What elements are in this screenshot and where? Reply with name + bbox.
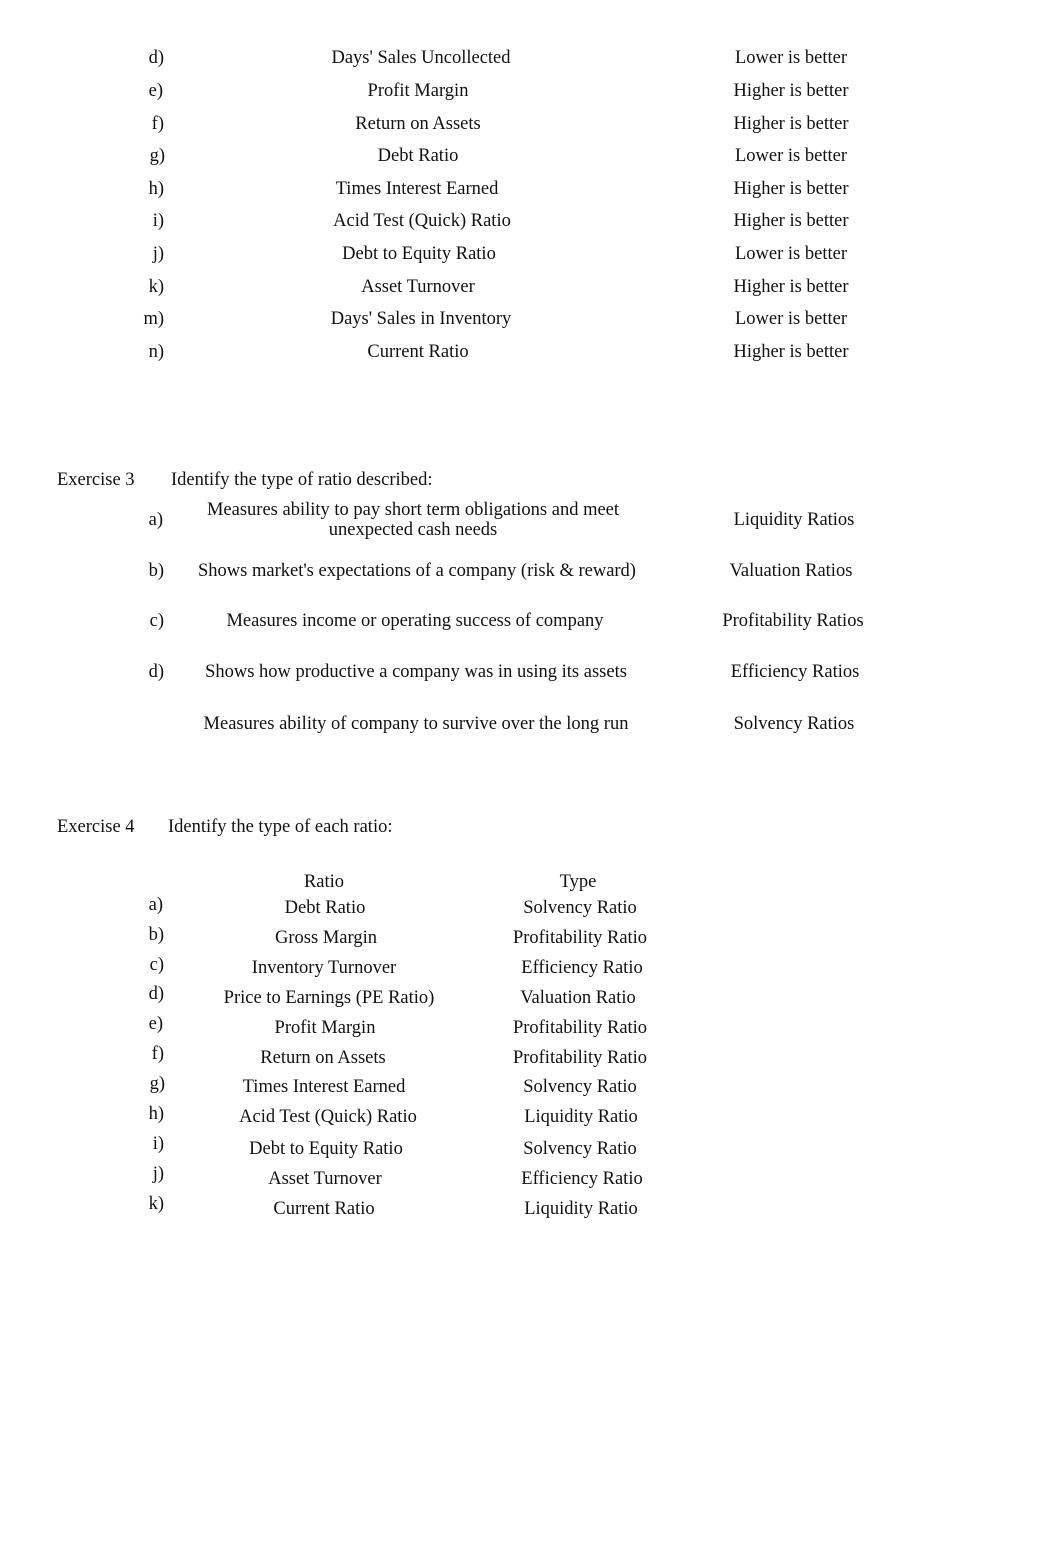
row-letter: f) [151, 114, 164, 134]
exercise3-label: Exercise 3 [57, 470, 135, 490]
row-letter: d) [148, 48, 164, 68]
ratio-type: Efficiency Ratio [521, 1169, 643, 1189]
ratio-direction: Lower is better [735, 309, 847, 329]
ratio-type: Efficiency Ratio [521, 958, 643, 978]
ratio-name: Acid Test (Quick) Ratio [239, 1107, 417, 1127]
ratio-type: Solvency Ratio [523, 1077, 637, 1097]
row-letter: k) [148, 1194, 164, 1214]
column-header-ratio: Ratio [303, 872, 345, 892]
ratio-name: Days' Sales Uncollected [331, 48, 511, 68]
ratio-name: Return on Assets [355, 114, 481, 134]
ratio-name: Return on Assets [260, 1048, 386, 1068]
row-letter: a) [148, 895, 163, 915]
ratio-direction: Higher is better [733, 81, 849, 101]
ratio-type: Liquidity Ratio [524, 1107, 638, 1127]
ratio-description: Shows market's expectations of a company… [198, 561, 636, 581]
ratio-type: Solvency Ratios [733, 714, 855, 734]
row-letter: d) [148, 984, 164, 1004]
ratio-name: Price to Earnings (PE Ratio) [223, 988, 435, 1008]
ratio-type: Profitability Ratios [722, 611, 864, 631]
row-letter: g) [149, 1074, 165, 1094]
ratio-direction: Higher is better [733, 277, 849, 297]
ratio-name: Times Interest Earned [242, 1077, 406, 1097]
row-letter: i) [152, 1134, 164, 1154]
ratio-type: Valuation Ratio [520, 988, 636, 1008]
ratio-name: Inventory Turnover [251, 958, 397, 978]
ratio-direction: Lower is better [735, 244, 847, 264]
row-letter: n) [148, 342, 164, 362]
ratio-type: Profitability Ratio [512, 928, 648, 948]
row-letter: g) [149, 146, 165, 166]
exercise4-label: Exercise 4 [57, 817, 135, 837]
ratio-name: Acid Test (Quick) Ratio [333, 211, 511, 231]
ratio-direction: Higher is better [733, 211, 849, 231]
ratio-name: Profit Margin [367, 81, 469, 101]
row-letter: i) [152, 211, 164, 231]
row-letter: b) [148, 925, 164, 945]
ratio-name: Gross Margin [275, 928, 377, 948]
row-letter: m) [143, 309, 164, 329]
ratio-name: Debt Ratio [284, 898, 366, 918]
ratio-type: Solvency Ratio [523, 1139, 637, 1159]
ratio-type: Profitability Ratio [512, 1048, 648, 1068]
column-header-type: Type [559, 872, 597, 892]
ratio-direction: Lower is better [735, 146, 847, 166]
ratio-type: Efficiency Ratios [730, 662, 860, 682]
exercise4-instruction: Identify the type of each ratio: [168, 817, 393, 837]
ratio-description: Measures ability of company to survive o… [203, 714, 629, 734]
exercise3-instruction: Identify the type of ratio described: [171, 470, 433, 490]
ratio-name: Profit Margin [274, 1018, 376, 1038]
ratio-description: Measures ability to pay short term oblig… [206, 500, 620, 540]
ratio-name: Debt Ratio [377, 146, 459, 166]
ratio-direction: Lower is better [735, 48, 847, 68]
ratio-direction: Higher is better [733, 114, 849, 134]
ratio-direction: Higher is better [733, 342, 849, 362]
row-letter: a) [148, 510, 163, 530]
ratio-name: Current Ratio [367, 342, 469, 362]
ratio-name: Debt to Equity Ratio [342, 244, 496, 264]
ratio-type: Liquidity Ratio [524, 1199, 638, 1219]
row-letter: f) [151, 1044, 164, 1064]
ratio-type: Valuation Ratios [729, 561, 853, 581]
row-letter: j) [152, 244, 164, 264]
row-letter: e) [148, 81, 163, 101]
ratio-name: Days' Sales in Inventory [330, 309, 512, 329]
ratio-name: Asset Turnover [361, 277, 475, 297]
row-letter: c) [149, 955, 164, 975]
ratio-name: Asset Turnover [268, 1169, 382, 1189]
ratio-name: Times Interest Earned [335, 179, 499, 199]
ratio-description: Shows how productive a company was in us… [205, 662, 627, 682]
row-letter: e) [148, 1014, 163, 1034]
ratio-type: Solvency Ratio [523, 898, 637, 918]
ratio-description: Measures income or operating success of … [226, 611, 604, 631]
row-letter: c) [149, 611, 164, 631]
row-letter: h) [148, 1104, 164, 1124]
ratio-name: Current Ratio [273, 1199, 375, 1219]
ratio-type: Profitability Ratio [512, 1018, 648, 1038]
ratio-name: Debt to Equity Ratio [249, 1139, 403, 1159]
ratio-direction: Higher is better [733, 179, 849, 199]
row-letter: j) [152, 1164, 164, 1184]
row-letter: b) [148, 561, 164, 581]
row-letter: k) [148, 277, 164, 297]
row-letter: h) [148, 179, 164, 199]
row-letter: d) [148, 662, 164, 682]
ratio-type: Liquidity Ratios [733, 510, 855, 530]
